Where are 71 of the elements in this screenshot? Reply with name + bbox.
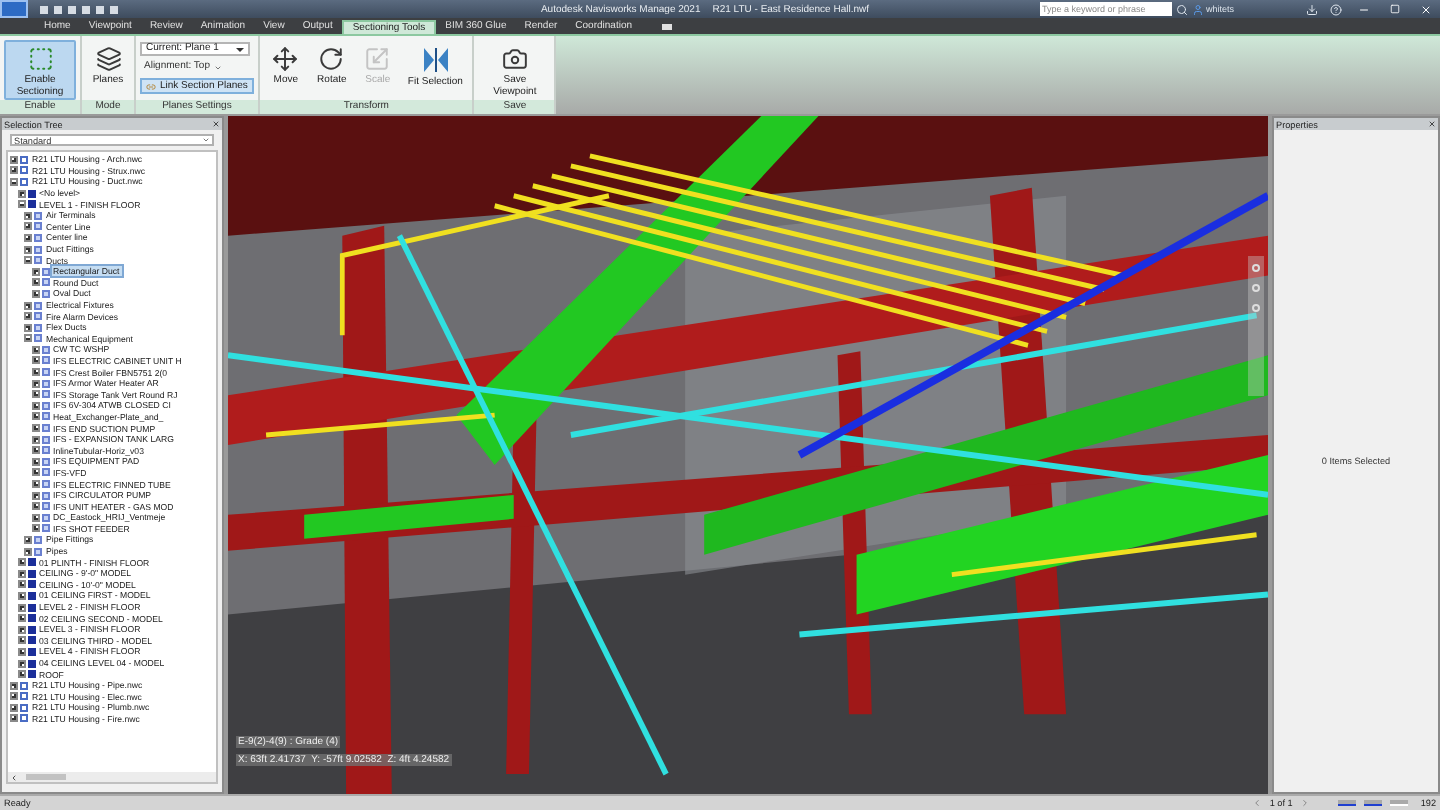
tool-icon (318, 46, 345, 72)
tool-icon (95, 46, 121, 72)
expand-toggle[interactable] (31, 412, 39, 421)
expand-toggle[interactable] (17, 614, 25, 623)
expand-toggle[interactable] (24, 233, 32, 242)
link-icon (146, 81, 156, 91)
expand-toggle[interactable] (10, 714, 18, 723)
expand-toggle[interactable] (17, 591, 25, 600)
expand-toggle[interactable] (31, 267, 39, 276)
expand-toggle[interactable] (17, 659, 25, 668)
expand-toggle[interactable] (17, 558, 25, 567)
tool-icon (27, 46, 53, 72)
expand-toggle[interactable] (24, 211, 32, 220)
expand-toggle[interactable] (24, 301, 32, 310)
expand-toggle[interactable] (31, 278, 39, 287)
expand-toggle[interactable] (31, 390, 39, 399)
expand-toggle[interactable] (31, 468, 39, 477)
collapse-toggle[interactable] (24, 334, 32, 343)
expand-toggle[interactable] (10, 681, 18, 690)
expand-toggle[interactable] (24, 245, 32, 254)
collapse-toggle[interactable] (10, 177, 18, 186)
app-logo-icon[interactable] (0, 0, 28, 18)
user-icon (1192, 3, 1204, 15)
expand-toggle[interactable] (17, 580, 25, 589)
expand-toggle[interactable] (24, 535, 32, 544)
expand-toggle[interactable] (24, 547, 32, 556)
expand-toggle[interactable] (10, 155, 18, 164)
expand-toggle[interactable] (24, 312, 32, 321)
expand-toggle[interactable] (31, 502, 39, 511)
expand-toggle[interactable] (17, 569, 25, 578)
expand-toggle[interactable] (17, 670, 25, 679)
expand-toggle[interactable] (31, 524, 39, 533)
expand-toggle[interactable] (31, 379, 39, 388)
expand-toggle[interactable] (17, 189, 25, 198)
tool-icon (501, 46, 528, 72)
expand-toggle[interactable] (31, 289, 39, 298)
fit-selection-icon (421, 46, 450, 74)
minimize-icon[interactable] (1358, 3, 1370, 15)
download-icon[interactable] (1306, 3, 1318, 15)
expand-toggle[interactable] (31, 457, 39, 466)
expand-toggle[interactable] (31, 435, 39, 444)
search-icon[interactable] (1176, 3, 1188, 15)
nav-tool-icon[interactable] (1252, 264, 1260, 272)
horizontal-scrollbar[interactable] (8, 772, 216, 782)
caret-icon (236, 47, 244, 51)
expand-toggle[interactable] (10, 692, 18, 701)
expand-toggle[interactable] (31, 424, 39, 433)
expand-toggle[interactable] (17, 603, 25, 612)
expand-toggle[interactable] (31, 513, 39, 522)
expand-toggle[interactable] (17, 625, 25, 634)
tool-icon (364, 46, 391, 72)
expand-toggle[interactable] (17, 636, 25, 645)
maximize-icon[interactable] (1390, 3, 1400, 13)
view-options-icon[interactable] (662, 24, 673, 30)
expand-toggle[interactable] (31, 491, 39, 500)
expand-toggle[interactable] (31, 401, 39, 410)
expand-toggle[interactable] (17, 647, 25, 656)
expand-toggle[interactable] (31, 368, 39, 377)
expand-toggle[interactable] (10, 166, 18, 175)
tool-icon (272, 46, 299, 72)
expand-toggle[interactable] (10, 703, 18, 712)
collapse-toggle[interactable] (24, 256, 32, 265)
help-icon[interactable] (1330, 3, 1342, 15)
expand-toggle[interactable] (24, 323, 32, 332)
navigation-bar[interactable] (1248, 256, 1264, 396)
expand-toggle[interactable] (31, 345, 39, 354)
collapse-toggle[interactable] (17, 200, 25, 209)
expand-toggle[interactable] (24, 222, 32, 231)
expand-toggle[interactable] (31, 446, 39, 455)
expand-toggle[interactable] (31, 480, 39, 489)
expand-toggle[interactable] (31, 356, 39, 365)
